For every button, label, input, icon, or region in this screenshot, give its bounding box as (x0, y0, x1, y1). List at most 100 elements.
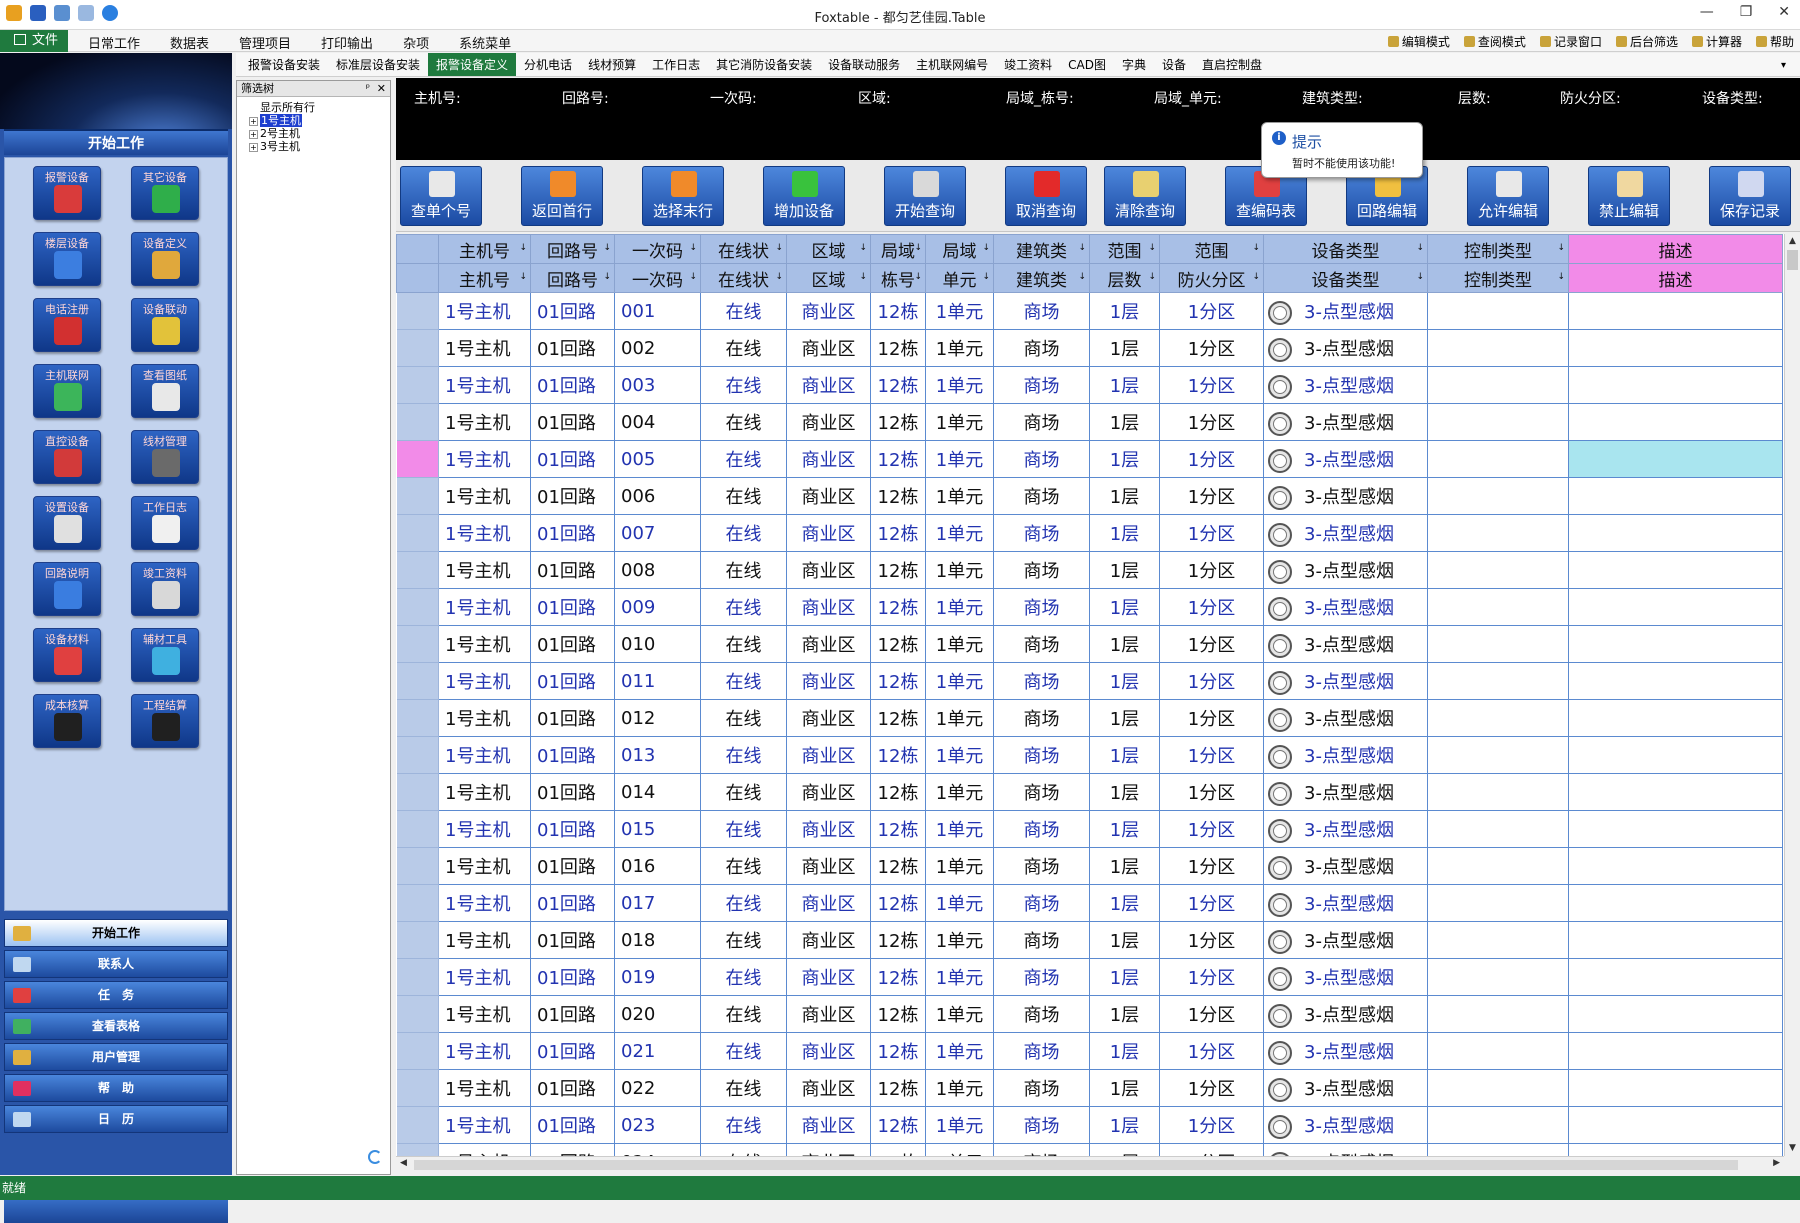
cell-host[interactable]: 1号主机 (438, 847, 531, 885)
tile-floor-grid[interactable]: 楼层设备 (33, 232, 101, 286)
cell-area[interactable]: 商业区 (786, 736, 871, 774)
cell-bld[interactable]: 12栋 (870, 773, 926, 811)
cell-code[interactable]: 014 (614, 773, 701, 811)
cell-dev[interactable]: 3-点型感烟 (1263, 440, 1428, 478)
row-header[interactable] (396, 810, 439, 848)
cell-type[interactable]: 商场 (993, 810, 1090, 848)
scroll-up-icon[interactable]: ▲ (1785, 234, 1800, 249)
cell-host[interactable]: 1号主机 (438, 551, 531, 589)
cell-host[interactable]: 1号主机 (438, 995, 531, 1033)
chevron-down-icon[interactable]: ▼ (709, 122, 719, 137)
field-combo-1[interactable]: 07回路▼ (564, 122, 617, 141)
cell-type[interactable]: 商场 (993, 514, 1090, 552)
cell-zone[interactable]: 1分区 (1159, 699, 1264, 737)
cell-desc[interactable] (1568, 403, 1783, 441)
row-header[interactable] (396, 736, 439, 774)
chevron-down-icon[interactable]: ▼ (1456, 122, 1466, 137)
cell-loop[interactable]: 01回路 (530, 1069, 615, 1107)
cell-floor[interactable]: 1层 (1089, 921, 1160, 959)
cell-unit[interactable]: 1单元 (925, 292, 994, 330)
cell-unit[interactable]: 1单元 (925, 588, 994, 626)
cell-area[interactable]: 商业区 (786, 292, 871, 330)
cell-code[interactable]: 010 (614, 625, 701, 663)
cell-zone[interactable]: 1分区 (1159, 1106, 1264, 1144)
cell-desc[interactable] (1568, 329, 1783, 367)
cell-type[interactable]: 商场 (993, 366, 1090, 404)
field-combo-3[interactable]: ▼ (856, 122, 866, 137)
tab-0[interactable]: 报警设备安装 (240, 53, 328, 76)
cell-code[interactable]: 023 (614, 1106, 701, 1144)
sort-arrow-icon[interactable]: ↓ (775, 243, 783, 253)
cell-desc[interactable] (1568, 921, 1783, 959)
cell-bld[interactable]: 12栋 (870, 662, 926, 700)
cell-host[interactable]: 1号主机 (438, 366, 531, 404)
cell-desc[interactable] (1568, 810, 1783, 848)
tab-12[interactable]: 设备 (1154, 53, 1194, 76)
cell-code[interactable]: 007 (614, 514, 701, 552)
cell-unit[interactable]: 1单元 (925, 1106, 994, 1144)
toolbar-toggle-4[interactable]: 计算器 (1692, 33, 1742, 50)
cell-type[interactable]: 商场 (993, 1032, 1090, 1070)
sort-arrow-icon[interactable]: ↓ (689, 243, 697, 253)
cell-floor[interactable]: 1层 (1089, 292, 1160, 330)
cell-bld[interactable]: 12栋 (870, 514, 926, 552)
cell-area[interactable]: 商业区 (786, 1032, 871, 1070)
cell-type[interactable]: 商场 (993, 440, 1090, 478)
chevron-down-icon[interactable]: ▼ (1696, 122, 1706, 137)
tile-settings-edit[interactable]: 设置设备 (33, 496, 101, 550)
chevron-down-icon[interactable]: ▼ (1554, 122, 1564, 137)
cell-bld[interactable]: 12栋 (870, 884, 926, 922)
cell-area[interactable]: 商业区 (786, 810, 871, 848)
sort-arrow-icon[interactable]: ↓ (914, 243, 922, 253)
cell-code[interactable]: 005 (614, 440, 701, 478)
cell-desc[interactable] (1568, 884, 1783, 922)
cell-area[interactable]: 商业区 (786, 1106, 871, 1144)
cell-bld[interactable]: 12栋 (870, 1069, 926, 1107)
tab-13[interactable]: 直启控制盘 (1194, 53, 1270, 76)
cell-zone[interactable]: 1分区 (1159, 662, 1264, 700)
cell-desc[interactable] (1568, 366, 1783, 404)
table-row[interactable]: 1号主机 01回路 017 在线 商业区 12栋 1单元 商场 1层 1分区 3-点型感烟 (396, 884, 1783, 922)
cell-desc[interactable] (1568, 995, 1783, 1033)
column-header[interactable]: 局域 ↓ (870, 234, 926, 264)
cell-floor[interactable]: 1层 (1089, 810, 1160, 848)
table-row[interactable]: 1号主机 01回路 010 在线 商业区 12栋 1单元 商场 1层 1分区 3-点型感烟 (396, 625, 1783, 663)
cell-zone[interactable]: 1分区 (1159, 995, 1264, 1033)
cell-stat[interactable]: 在线 (700, 403, 787, 441)
restore-button[interactable]: ❐ (1740, 4, 1753, 20)
cell-ctrl[interactable] (1427, 1106, 1569, 1144)
column-header[interactable]: 范围 ↓ (1159, 234, 1264, 264)
tree-node-2[interactable]: +2号主机 (249, 127, 390, 140)
cell-zone[interactable]: 1分区 (1159, 1143, 1264, 1156)
row-header[interactable] (396, 995, 439, 1033)
cell-loop[interactable]: 01回路 (530, 1106, 615, 1144)
cell-area[interactable]: 商业区 (786, 329, 871, 367)
cell-desc[interactable] (1568, 1032, 1783, 1070)
table-row[interactable]: 1号主机 01回路 021 在线 商业区 12栋 1单元 商场 1层 1分区 3-点型感烟 (396, 1032, 1783, 1070)
row-header[interactable] (396, 588, 439, 626)
tile-material[interactable]: 设备材料 (33, 628, 101, 682)
column-header[interactable]: 回路号 ↓ (530, 263, 615, 293)
row-header[interactable] (396, 440, 439, 478)
refresh-icon[interactable] (368, 1150, 382, 1164)
cell-loop[interactable]: 01回路 (530, 736, 615, 774)
tile-direct-control[interactable]: 直控设备 (33, 430, 101, 484)
cell-area[interactable]: 商业区 (786, 884, 871, 922)
cell-desc[interactable] (1568, 588, 1783, 626)
cell-area[interactable]: 商业区 (786, 773, 871, 811)
menu-item-4[interactable]: 杂项 (403, 33, 429, 52)
cell-stat[interactable]: 在线 (700, 1069, 787, 1107)
cell-loop[interactable]: 01回路 (530, 292, 615, 330)
cell-stat[interactable]: 在线 (700, 810, 787, 848)
field-combo-9[interactable]: ▼ (1696, 122, 1706, 137)
cell-code[interactable]: 003 (614, 366, 701, 404)
cell-ctrl[interactable] (1427, 366, 1569, 404)
cell-floor[interactable]: 1层 (1089, 958, 1160, 996)
toolbar-toggle-1[interactable]: 查阅模式 (1464, 33, 1526, 50)
cell-type[interactable]: 商场 (993, 736, 1090, 774)
cell-stat[interactable]: 在线 (700, 884, 787, 922)
table-row[interactable]: 1号主机 01回路 004 在线 商业区 12栋 1单元 商场 1层 1分区 3-点型感烟 (396, 403, 1783, 441)
cell-floor[interactable]: 1层 (1089, 440, 1160, 478)
cell-zone[interactable]: 1分区 (1159, 736, 1264, 774)
table-row[interactable]: 1号主机 01回路 011 在线 商业区 12栋 1单元 商场 1层 1分区 3-点型感烟 (396, 662, 1783, 700)
